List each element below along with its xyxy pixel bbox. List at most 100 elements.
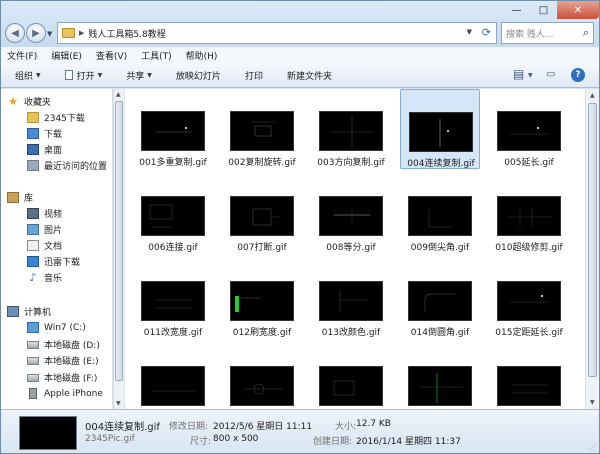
cad-preview (330, 116, 374, 148)
menu-help[interactable]: 帮助(H) (186, 49, 218, 62)
nav-item-drive-d[interactable]: 本地磁盘 (D:) (27, 337, 100, 352)
nav-item-downloads[interactable]: 下载 (27, 126, 62, 141)
file-item[interactable] (133, 344, 213, 409)
slideshow-button[interactable]: 放映幻灯片 (176, 69, 221, 82)
organize-label: 组织 (15, 71, 34, 82)
minimize-button[interactable]: — (503, 1, 530, 19)
nav-item-thunder-downloads[interactable]: 迅雷下载 (27, 254, 80, 269)
file-item[interactable]: 015定距延长.gif (489, 259, 569, 339)
nav-item-drive-c[interactable]: Win7 (C:) (27, 320, 86, 335)
size-value: 12.7 KB (356, 419, 391, 429)
thunder-download-icon (27, 256, 39, 267)
file-thumbnail (319, 366, 383, 406)
pictures-icon (27, 224, 39, 235)
file-item[interactable] (400, 344, 480, 409)
nav-label: 本地磁盘 (D:) (44, 341, 100, 351)
file-item[interactable]: 008等分.gif (311, 174, 391, 254)
print-button[interactable]: 打印 (245, 69, 263, 82)
file-item[interactable] (222, 344, 302, 409)
nav-item-videos[interactable]: 视频 (27, 206, 62, 221)
forward-arrow-icon: ▶ (32, 27, 40, 39)
address-field[interactable]: ▶ 贱人工具箱5.8教程 ▼ ⟳ (57, 22, 497, 44)
nav-label: 收藏夹 (24, 98, 52, 108)
file-item[interactable]: 010超级修剪.gif (489, 174, 569, 254)
maximize-button[interactable]: □ (530, 1, 557, 19)
breadcrumb-chevron-icon[interactable]: ▶ (79, 29, 84, 37)
address-history-dropdown-icon[interactable]: ▼ (467, 28, 472, 36)
cad-preview (439, 119, 449, 147)
recent-pages-dropdown-icon[interactable]: ▼ (47, 30, 52, 38)
file-item[interactable]: 006连接.gif (133, 174, 213, 254)
preview-pane-icon[interactable]: ▭ (546, 69, 555, 80)
forward-button[interactable]: ▶ (26, 23, 46, 43)
scrollbar-thumb[interactable] (588, 103, 597, 377)
file-item[interactable] (311, 344, 391, 409)
nav-libraries[interactable]: 库 (7, 190, 33, 205)
menu-bar: 文件(F) 编辑(E) 查看(V) 工具(T) 帮助(H) (1, 47, 599, 63)
open-button[interactable]: 打开 ▼ (64, 69, 102, 82)
view-options-dropdown-icon[interactable]: ▼ (528, 72, 533, 79)
menu-edit[interactable]: 编辑(E) (51, 49, 82, 62)
cad-preview (333, 380, 355, 396)
breadcrumb-current-folder[interactable]: 贱人工具箱5.8教程 (88, 27, 165, 40)
document-icon (64, 70, 73, 80)
library-icon (7, 192, 19, 203)
file-thumbnail (141, 366, 205, 406)
new-folder-button[interactable]: 新建文件夹 (287, 69, 332, 82)
file-item[interactable]: 011改宽度.gif (133, 259, 213, 339)
scrollbar-thumb[interactable] (115, 101, 123, 381)
file-list-scrollbar[interactable]: ▲ ▼ (585, 89, 599, 409)
nav-item-iphone[interactable]: Apple iPhone (27, 386, 103, 401)
refresh-icon[interactable]: ⟳ (482, 26, 491, 39)
details-pane: 004连续复制.gif 2345Pic.gif 修改日期: 2012/5/6 星… (1, 409, 599, 453)
nav-computer[interactable]: 计算机 (7, 304, 51, 319)
file-name: 013改颜色.gif (321, 328, 381, 338)
file-item[interactable]: 014倒圆角.gif (400, 259, 480, 339)
scroll-down-icon[interactable]: ▼ (116, 400, 121, 407)
organize-button[interactable]: 组织 ▼ (15, 69, 41, 82)
scroll-down-icon[interactable]: ▼ (590, 399, 595, 406)
back-button[interactable]: ◀ (5, 23, 25, 43)
menu-view[interactable]: 查看(V) (96, 49, 127, 62)
file-item[interactable]: 005延长.gif (489, 89, 569, 169)
modified-date-value[interactable]: 2012/5/6 星期日 11:11 (213, 419, 312, 432)
search-placeholder: 搜索 贱人... (506, 29, 554, 40)
menu-tools[interactable]: 工具(T) (141, 49, 172, 62)
folder-icon (62, 28, 75, 38)
search-input[interactable]: 搜索 贱人... ⌕ (501, 22, 594, 44)
file-item[interactable]: 002复制旋转.gif (222, 89, 302, 169)
nav-pane-scrollbar[interactable]: ▲ ▼ (113, 89, 124, 409)
scroll-up-icon[interactable]: ▲ (590, 92, 595, 99)
nav-item-drive-e[interactable]: 本地磁盘 (E:) (27, 353, 99, 368)
file-item[interactable] (489, 344, 569, 409)
file-item[interactable]: 009倒尖角.gif (400, 174, 480, 254)
file-item[interactable]: 007打断.gif (222, 174, 302, 254)
nav-item-music[interactable]: ♪ 音乐 (27, 270, 62, 285)
change-view-icon[interactable]: ▤ (513, 67, 524, 81)
scroll-up-icon[interactable]: ▲ (116, 91, 121, 98)
file-item[interactable]: 003方向复制.gif (311, 89, 391, 169)
nav-item-recent-places[interactable]: 最近访问的位置 (27, 158, 107, 173)
nav-item-drive-f[interactable]: 本地磁盘 (F:) (27, 370, 97, 385)
nav-favorites[interactable]: ★ 收藏夹 (7, 94, 51, 109)
selected-file-thumbnail (19, 416, 77, 450)
file-thumbnail (497, 111, 561, 151)
file-item[interactable]: 013改颜色.gif (311, 259, 391, 339)
file-item[interactable]: 001多重复制.gif (133, 89, 213, 169)
file-name: 003方向复制.gif (317, 158, 385, 168)
file-item[interactable]: 012刷宽度.gif (222, 259, 302, 339)
help-icon[interactable]: ? (571, 68, 585, 82)
file-item[interactable]: 004连续复制.gif (400, 89, 480, 169)
folder-icon (27, 112, 39, 123)
resize-grip-icon[interactable]: ⋰ (589, 442, 597, 451)
nav-item-pictures[interactable]: 图片 (27, 222, 62, 237)
share-button[interactable]: 共享 ▼ (126, 69, 152, 82)
search-icon[interactable]: ⌕ (583, 26, 589, 40)
nav-item-2345-download[interactable]: 2345下载 (27, 110, 85, 125)
nav-item-documents[interactable]: 文档 (27, 238, 62, 253)
menu-file[interactable]: 文件(F) (7, 49, 37, 62)
nav-item-desktop[interactable]: 桌面 (27, 142, 62, 157)
close-button[interactable]: ✕ (557, 1, 599, 19)
cad-preview (339, 290, 368, 312)
hard-disk-icon (27, 340, 39, 349)
